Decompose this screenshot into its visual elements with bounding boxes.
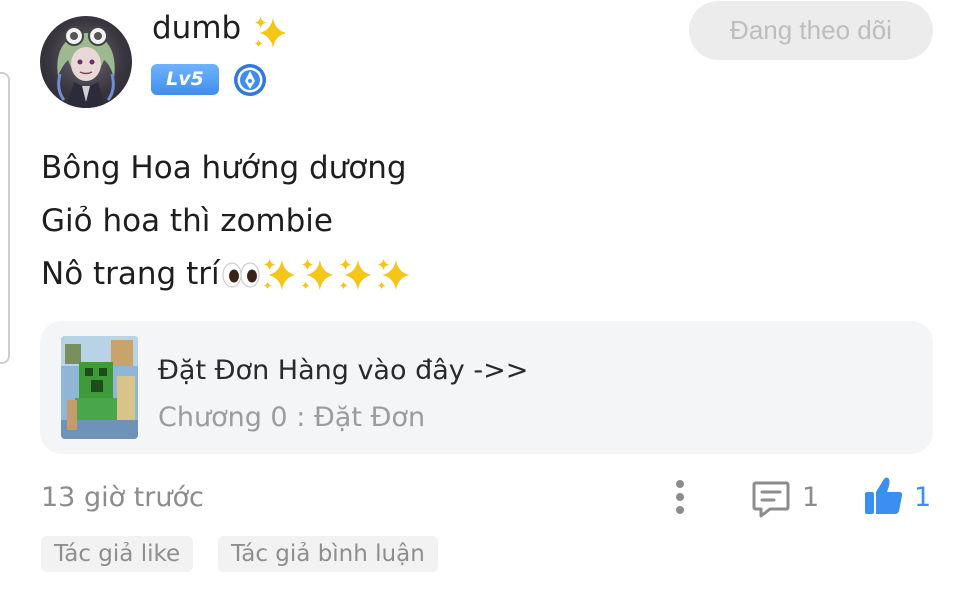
linked-story-card[interactable]: Đặt Đơn Hàng vào đây ->> Chương 0 : Đặt … xyxy=(40,321,933,454)
content-line-text: Nô trang trí xyxy=(41,256,220,292)
content-line-with-emoji: Nô trang trí xyxy=(41,248,413,301)
comment-icon[interactable] xyxy=(750,478,792,520)
like-count: 1 xyxy=(914,482,932,513)
level-badge: Lv5 xyxy=(151,64,219,95)
sparkles-emoji xyxy=(301,258,333,290)
content-line: Giỏ hoa thì zombie xyxy=(41,203,333,239)
quill-badge-icon xyxy=(234,64,266,96)
post-content: Bông Hoa hướng dương Giỏ hoa thì zombie … xyxy=(41,142,413,301)
sparkles-emoji xyxy=(263,258,295,290)
follow-button[interactable]: Đang theo dõi xyxy=(689,1,933,60)
content-line: Bông Hoa hướng dương xyxy=(41,150,407,186)
username[interactable]: dumb xyxy=(152,10,241,46)
more-vertical-icon[interactable] xyxy=(666,477,694,521)
story-chapter: Chương 0 : Đặt Đơn xyxy=(158,402,426,433)
sparkles-emoji xyxy=(339,258,371,290)
emoji-row xyxy=(221,256,413,294)
story-cover-image xyxy=(61,336,138,439)
sparkles-icon xyxy=(254,16,287,49)
eyes-emoji xyxy=(222,261,260,288)
story-title: Đặt Đơn Hàng vào đây ->> xyxy=(158,355,529,386)
comment-count: 1 xyxy=(802,482,820,513)
avatar[interactable] xyxy=(40,16,132,108)
tag-author-liked: Tác giả like xyxy=(41,536,194,572)
sparkles-emoji xyxy=(377,258,409,290)
tag-author-commented: Tác giả bình luận xyxy=(218,536,438,572)
post-timestamp: 13 giờ trước xyxy=(41,482,204,513)
side-panel-edge xyxy=(0,72,10,364)
thumbs-up-icon[interactable] xyxy=(862,474,906,518)
